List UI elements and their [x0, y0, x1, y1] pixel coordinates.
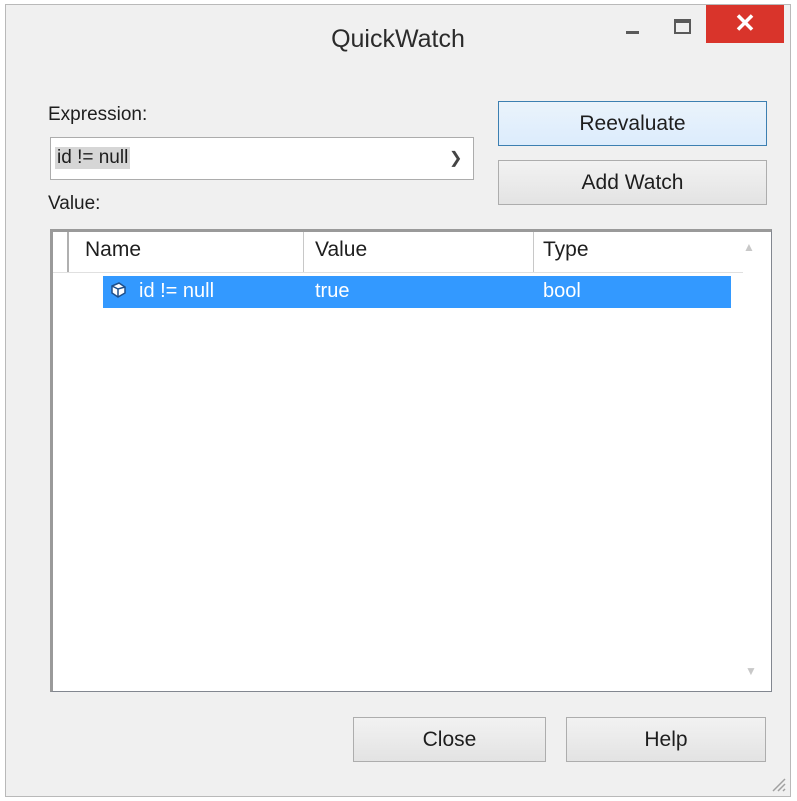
title-bar[interactable]: QuickWatch ✕	[6, 5, 790, 85]
quickwatch-window: QuickWatch ✕ Expression: id != null ❯ Re…	[5, 4, 791, 797]
help-button[interactable]: Help	[566, 717, 766, 762]
expression-input[interactable]: id != null	[55, 147, 131, 169]
row-name-cell: id != null	[139, 280, 215, 302]
minimize-button[interactable]	[606, 5, 658, 43]
scroll-down-arrow[interactable]: ▼	[745, 664, 757, 678]
chevron-down-icon[interactable]: ❯	[449, 148, 462, 168]
field-icon	[111, 282, 126, 298]
scroll-up-arrow[interactable]: ▲	[743, 240, 755, 254]
grid-header: Name Value Type	[53, 232, 743, 273]
column-header-value[interactable]: Value	[315, 238, 367, 262]
close-window-button[interactable]: ✕	[706, 5, 784, 43]
maximize-button[interactable]	[658, 5, 706, 43]
value-grid[interactable]: Name Value Type ▲ id != null true bool ▼	[50, 229, 772, 692]
header-gutter	[67, 232, 69, 272]
column-separator[interactable]	[303, 232, 304, 272]
value-label: Value:	[48, 193, 101, 214]
row-type-cell: bool	[543, 280, 581, 302]
table-row[interactable]: id != null true bool	[103, 276, 731, 308]
reevaluate-button[interactable]: Reevaluate	[498, 101, 767, 146]
close-icon: ✕	[734, 8, 756, 38]
expression-combobox[interactable]: id != null ❯	[50, 137, 474, 180]
maximize-icon	[674, 19, 691, 34]
expression-label: Expression:	[48, 104, 148, 125]
row-value-cell: true	[315, 280, 350, 302]
minimize-icon	[626, 31, 639, 34]
add-watch-button[interactable]: Add Watch	[498, 160, 767, 205]
column-header-type[interactable]: Type	[543, 238, 589, 262]
resize-grip-icon[interactable]	[768, 774, 786, 792]
column-header-name[interactable]: Name	[85, 238, 141, 262]
column-separator[interactable]	[533, 232, 534, 272]
close-button[interactable]: Close	[353, 717, 546, 762]
